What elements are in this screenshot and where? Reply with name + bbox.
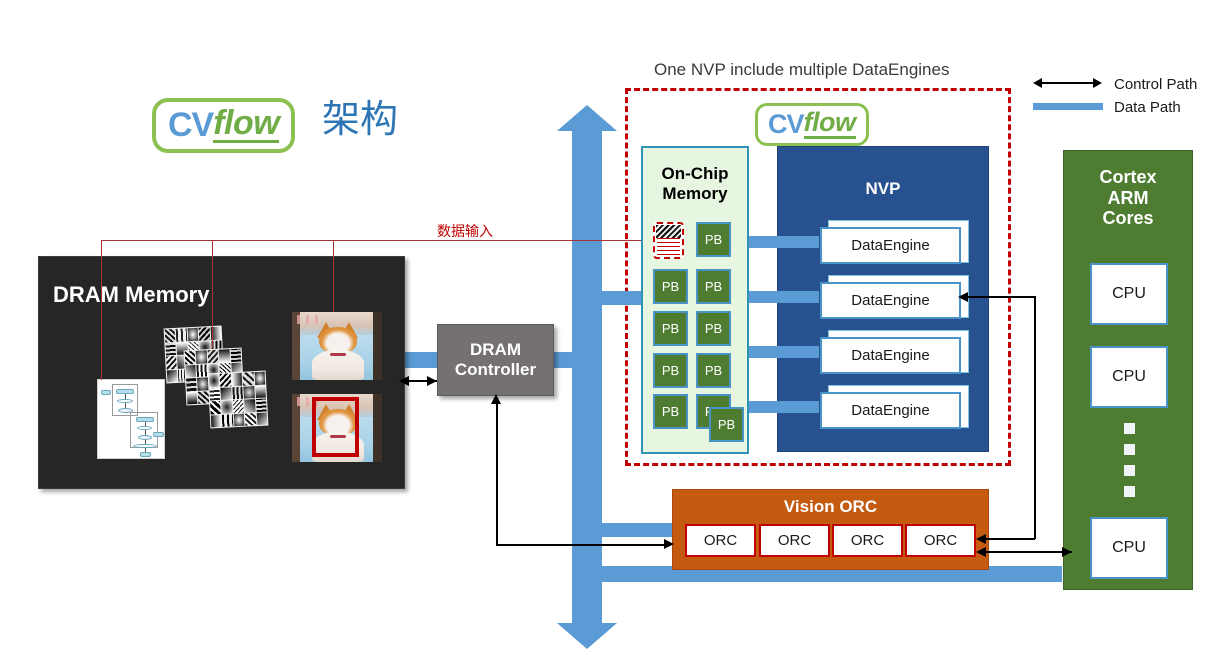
ellipsis-dot xyxy=(1124,444,1135,455)
diagram-canvas: CV flow 架构 One NVP include multiple DataE… xyxy=(0,0,1228,656)
dram-controller-label-line2: Controller xyxy=(454,360,537,379)
fc-edge xyxy=(125,403,126,408)
feature-map-grid xyxy=(207,370,269,429)
pb-block: PB xyxy=(696,222,731,257)
legend-line xyxy=(1041,82,1095,84)
data-bus-ocm-de3 xyxy=(749,346,819,358)
cvflow-logo-nvp-flow-text: flow xyxy=(803,107,856,139)
bus-arrow-bottom-icon xyxy=(557,623,617,649)
bus-arrow-top-icon xyxy=(557,105,617,131)
on-chip-memory-title-line1: On-Chip xyxy=(661,164,729,183)
cortex-title-line1: Cortex xyxy=(1099,167,1157,187)
arrow-right-icon xyxy=(427,376,437,386)
vision-orc-block: Vision ORC ORC ORC ORC ORC xyxy=(672,489,989,570)
fc-edge xyxy=(145,430,146,435)
dram-controller-label-line1: DRAM xyxy=(469,339,521,359)
control-path-orc-to-dramctrl-vertical xyxy=(496,402,498,545)
dataengine-block: DataEngine xyxy=(820,392,961,429)
cvflow-logo-nvp: CV flow xyxy=(755,103,869,146)
legend-control-path-label: Control Path xyxy=(1114,76,1198,93)
arrow-left-icon xyxy=(399,376,409,386)
arrow-up-icon xyxy=(491,394,501,404)
data-bus-ocm-de2 xyxy=(749,291,819,303)
cortex-arm-cores-title: Cortex ARM Cores xyxy=(1064,167,1192,229)
on-chip-memory-title-line2: Memory xyxy=(662,183,728,203)
cortex-title-line3: Cores xyxy=(1102,208,1154,229)
dram-memory-title: DRAM Memory xyxy=(53,282,210,307)
ellipsis-dot xyxy=(1124,423,1135,434)
fc-edge xyxy=(145,448,146,452)
control-path-orc-to-dramctrl-horizontal xyxy=(496,544,671,546)
fc-edge xyxy=(125,394,126,399)
fc-node xyxy=(118,408,133,413)
legend-control-path-arrow xyxy=(1033,77,1103,89)
orc-unit: ORC xyxy=(685,524,756,557)
fc-node xyxy=(101,390,111,395)
arrow-left-icon xyxy=(976,534,986,544)
detection-bounding-box xyxy=(311,396,359,457)
nvp-title: NVP xyxy=(865,179,901,198)
cvflow-logo-flow-text: flow xyxy=(213,104,280,143)
data-input-leader-2 xyxy=(212,240,213,348)
fc-node xyxy=(140,452,151,457)
arrow-right-icon xyxy=(1093,78,1102,88)
data-input-label: 数据输入 xyxy=(437,223,493,239)
data-bus-vertical xyxy=(572,130,602,624)
cortex-title-line2: ARM xyxy=(1107,187,1149,208)
control-path-cpu-to-nvp-lower xyxy=(982,538,1035,540)
ellipsis-dot xyxy=(1124,486,1135,497)
memory-document-icon xyxy=(653,222,684,259)
on-chip-memory-title: On-Chip Memory xyxy=(643,164,747,203)
dram-memory-block: DRAM Memory xyxy=(38,256,405,489)
pb-block: PB xyxy=(653,353,688,388)
cvflow-logo-nvp-cv-text: CV xyxy=(768,108,805,139)
data-bus-branch-dramctrl xyxy=(553,352,602,368)
network-graph-thumbnail xyxy=(97,379,165,459)
ellipsis-dot xyxy=(1124,465,1135,476)
data-bus-ocm-de1 xyxy=(749,236,819,248)
dataengine-block: DataEngine xyxy=(820,337,961,374)
data-input-leader-3 xyxy=(333,240,334,312)
cvflow-logo-cv-text: CV xyxy=(168,105,214,144)
control-path-cpu-to-nvp-upper xyxy=(966,296,1036,298)
control-path-cpu-to-nvp-vertical xyxy=(1034,296,1036,539)
nvp-caption: One NVP include multiple DataEngines xyxy=(654,60,950,79)
data-input-leader-1 xyxy=(101,240,102,380)
cvflow-logo-main: CV flow xyxy=(152,98,296,153)
dataengine-block: DataEngine xyxy=(820,227,961,264)
cpu-block: CPU xyxy=(1090,346,1168,408)
dram-controller-block: DRAM Controller xyxy=(437,324,554,396)
orc-unit: ORC xyxy=(759,524,830,557)
cat-photo xyxy=(292,312,382,380)
legend-data-path-bar xyxy=(1033,103,1103,110)
arrow-right-icon xyxy=(1062,547,1072,557)
fc-edge xyxy=(145,440,146,444)
fc-edge xyxy=(145,422,146,426)
cortex-arm-cores-block: Cortex ARM Cores CPU CPU CPU xyxy=(1063,150,1193,590)
on-chip-memory-block: On-Chip Memory PB PB PB PB PB PB PB PB P… xyxy=(641,146,749,454)
pb-block: PB xyxy=(653,269,688,304)
pb-block: PB xyxy=(696,269,731,304)
pb-block: PB xyxy=(653,394,688,429)
pb-block: PB xyxy=(653,311,688,346)
arrow-right-icon xyxy=(664,539,674,549)
control-path-cpu-to-orc xyxy=(982,551,1072,553)
arrow-left-icon xyxy=(976,547,986,557)
dataengine-block: DataEngine xyxy=(820,282,961,319)
arrow-left-icon xyxy=(958,292,968,302)
pb-block: PB xyxy=(696,353,731,388)
orc-unit: ORC xyxy=(832,524,903,557)
vision-orc-title: Vision ORC xyxy=(783,497,878,516)
fc-node xyxy=(153,432,164,437)
cpu-block: CPU xyxy=(1090,263,1168,325)
cat-photo-with-detection-box xyxy=(292,394,382,462)
pb-block-overlapping: PB xyxy=(709,407,744,442)
pb-block: PB xyxy=(696,311,731,346)
data-bus-branch-vision-orc xyxy=(602,523,678,537)
data-bus-ocm-de4 xyxy=(749,401,819,413)
legend-data-path-label: Data Path xyxy=(1114,99,1181,116)
page-title-chinese: 架构 xyxy=(322,99,399,141)
cpu-block: CPU xyxy=(1090,517,1168,579)
orc-unit: ORC xyxy=(905,524,976,557)
